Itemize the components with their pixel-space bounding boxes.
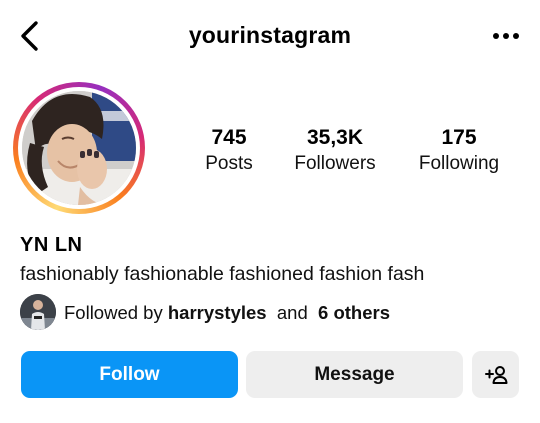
followed-by-others: 6 others	[318, 302, 390, 323]
followed-by-text: Followed by harrystyles and 6 others	[64, 302, 390, 324]
posts-count[interactable]: 745 Posts	[190, 126, 268, 178]
top-bar: yourinstagram	[0, 0, 540, 74]
message-button[interactable]: Message	[246, 351, 463, 398]
suggested-accounts-button[interactable]	[472, 351, 519, 398]
followed-by-prefix: Followed by	[64, 302, 163, 323]
followers-label: Followers	[294, 153, 376, 174]
followers-count[interactable]: 35,3K Followers	[282, 126, 388, 178]
following-value: 175	[441, 126, 477, 149]
profile-avatar	[22, 91, 136, 205]
posts-label: Posts	[205, 153, 253, 174]
followers-value: 35,3K	[306, 126, 364, 149]
story-ring[interactable]	[13, 82, 145, 214]
mutual-username: harrystyles	[167, 302, 267, 323]
follow-button[interactable]: Follow	[21, 351, 238, 398]
more-options-button[interactable]	[490, 26, 524, 46]
followed-by-joiner: and	[276, 302, 308, 323]
profile-name: YN LN	[20, 234, 83, 256]
following-count[interactable]: 175 Following	[406, 126, 512, 178]
profile-bio: fashionably fashionable fashioned fashio…	[20, 263, 425, 285]
more-horizontal-icon	[493, 33, 519, 39]
posts-value: 745	[211, 126, 247, 149]
add-person-icon	[484, 365, 507, 384]
mutual-follower-avatar	[20, 294, 56, 330]
following-label: Following	[418, 153, 500, 174]
page-title: yourinstagram	[188, 22, 352, 48]
followed-by-row[interactable]: Followed by harrystyles and 6 others	[20, 294, 520, 330]
